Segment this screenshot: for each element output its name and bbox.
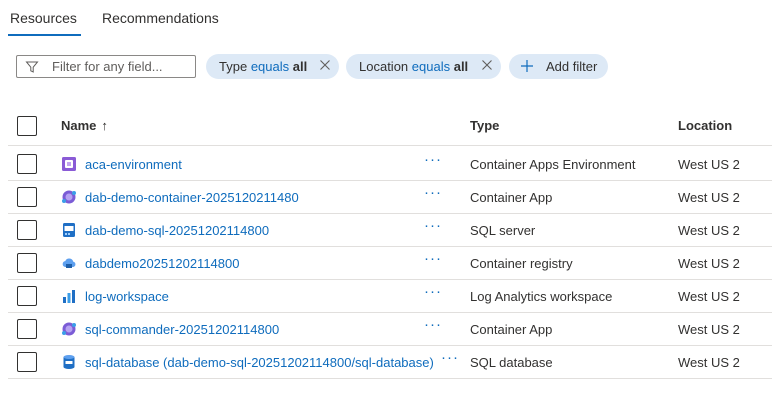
- more-actions-button[interactable]: ···: [424, 184, 442, 201]
- row-checkbox[interactable]: [17, 220, 37, 240]
- type-filter-pill[interactable]: Type equals all: [206, 54, 339, 79]
- resource-type: Log Analytics workspace: [470, 289, 613, 304]
- row-checkbox[interactable]: [17, 154, 37, 174]
- resource-location: West US 2: [678, 157, 740, 172]
- table-row[interactable]: log-workspace ··· Log Analytics workspac…: [8, 280, 772, 313]
- location-filter-label: Location equals all: [359, 59, 469, 74]
- resource-location: West US 2: [678, 355, 740, 370]
- filter-input[interactable]: [52, 58, 192, 75]
- log-analytics-icon: [63, 290, 75, 303]
- add-filter-button[interactable]: Add filter: [509, 54, 608, 79]
- column-header-type[interactable]: Type: [470, 118, 499, 133]
- filter-icon: [25, 61, 39, 73]
- tab-resources[interactable]: Resources: [10, 10, 77, 26]
- resource-location: West US 2: [678, 256, 740, 271]
- resource-name-link[interactable]: aca-environment: [85, 157, 182, 172]
- row-checkbox[interactable]: [17, 187, 37, 207]
- resource-type: SQL database: [470, 355, 553, 370]
- filter-box[interactable]: [16, 55, 196, 78]
- table-row[interactable]: sql-database (dab-demo-sql-2025120211480…: [8, 346, 772, 379]
- resource-name-link[interactable]: sql-commander-20251202114800: [85, 322, 279, 337]
- container-registry-icon: [62, 258, 76, 268]
- resource-location: West US 2: [678, 190, 740, 205]
- column-header-location[interactable]: Location: [678, 118, 732, 133]
- select-all-checkbox[interactable]: [17, 116, 37, 136]
- row-checkbox[interactable]: [17, 253, 37, 273]
- plus-icon: [521, 60, 533, 72]
- container-apps-environment-icon: [62, 157, 76, 171]
- resource-name-link[interactable]: log-workspace: [85, 289, 169, 304]
- sql-server-icon: [63, 223, 75, 237]
- resource-location: West US 2: [678, 223, 740, 238]
- row-checkbox[interactable]: [17, 319, 37, 339]
- row-checkbox[interactable]: [17, 352, 37, 372]
- more-actions-button[interactable]: ···: [441, 349, 459, 366]
- column-header-name[interactable]: Name ↑: [61, 118, 108, 133]
- table-header: Name ↑ Type Location: [8, 108, 772, 146]
- more-actions-button[interactable]: ···: [424, 250, 442, 267]
- resource-location: West US 2: [678, 289, 740, 304]
- tab-bar: Resources Recommendations: [0, 0, 772, 40]
- resource-name-link[interactable]: dab-demo-container-2025120211480: [85, 190, 299, 205]
- container-app-icon: [62, 322, 76, 336]
- resource-name-link[interactable]: sql-database (dab-demo-sql-2025120211480…: [85, 355, 434, 370]
- sort-ascending-icon: ↑: [101, 118, 108, 133]
- more-actions-button[interactable]: ···: [424, 316, 442, 333]
- tab-recommendations[interactable]: Recommendations: [102, 10, 219, 26]
- location-filter-pill[interactable]: Location equals all: [346, 54, 501, 79]
- table-row[interactable]: aca-environment ··· Container Apps Envir…: [8, 148, 772, 181]
- resource-location: West US 2: [678, 322, 740, 337]
- table-row[interactable]: sql-commander-20251202114800 ··· Contain…: [8, 313, 772, 346]
- type-filter-label: Type equals all: [219, 59, 308, 74]
- table-row[interactable]: dabdemo20251202114800 ··· Container regi…: [8, 247, 772, 280]
- resource-type: Container App: [470, 190, 553, 205]
- more-actions-button[interactable]: ···: [424, 217, 442, 234]
- container-app-icon: [62, 190, 76, 204]
- resource-type: Container App: [470, 322, 553, 337]
- more-actions-button[interactable]: ···: [424, 283, 442, 300]
- add-filter-label: Add filter: [546, 59, 598, 74]
- row-checkbox[interactable]: [17, 286, 37, 306]
- more-actions-button[interactable]: ···: [424, 151, 442, 168]
- resource-type: Container registry: [470, 256, 573, 271]
- table-row[interactable]: dab-demo-container-2025120211480 ··· Con…: [8, 181, 772, 214]
- resource-name-link[interactable]: dab-demo-sql-20251202114800: [85, 223, 269, 238]
- resource-type: SQL server: [470, 223, 536, 238]
- close-icon[interactable]: [480, 58, 494, 72]
- table-row[interactable]: dab-demo-sql-20251202114800 ··· SQL serv…: [8, 214, 772, 247]
- resource-type: Container Apps Environment: [470, 157, 636, 172]
- resource-name-link[interactable]: dabdemo20251202114800: [85, 256, 239, 271]
- close-icon[interactable]: [318, 58, 332, 72]
- sql-database-icon: [63, 355, 75, 369]
- active-tab-indicator: [8, 34, 81, 36]
